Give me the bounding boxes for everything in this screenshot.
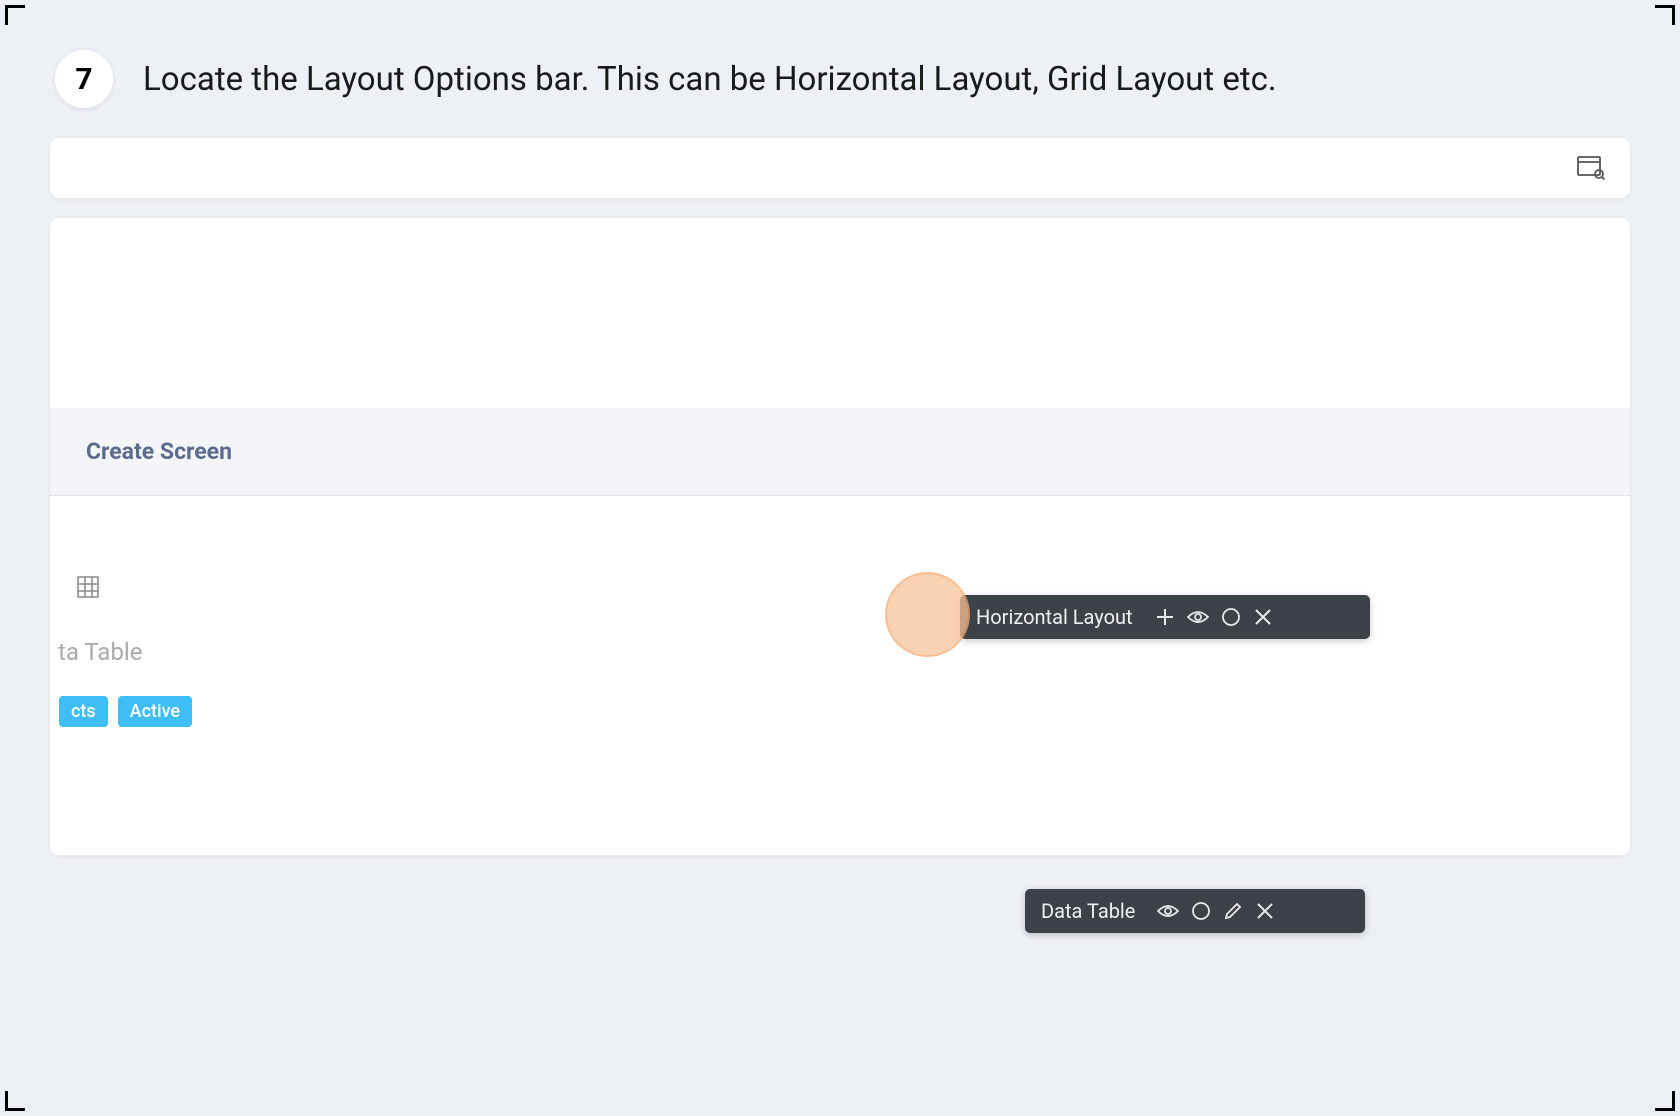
add-icon[interactable] (1155, 607, 1175, 627)
section-header: Create Screen (50, 408, 1630, 496)
step-instruction-text: Locate the Layout Options bar. This can … (143, 60, 1277, 99)
eye-icon[interactable] (1187, 609, 1209, 625)
main-panel: Create Screen ta Table cts Active (50, 218, 1630, 856)
step-number: 7 (75, 62, 92, 97)
tag-cts[interactable]: cts (59, 696, 108, 727)
section-title: Create Screen (86, 438, 1594, 465)
panel-search-icon[interactable] (1577, 156, 1605, 180)
click-highlight-indicator (885, 572, 970, 657)
content-area: Create Screen ta Table cts Active (0, 138, 1680, 856)
layout-bar-label: Horizontal Layout (976, 605, 1133, 629)
data-table-bar[interactable]: Data Table (1025, 889, 1365, 933)
crop-corner-br (1655, 1091, 1675, 1111)
step-number-badge: 7 (55, 50, 113, 108)
crop-corner-bl (5, 1091, 25, 1111)
tag-row: cts Active (59, 696, 1600, 727)
top-toolbar (50, 138, 1630, 198)
circle-icon[interactable] (1191, 901, 1211, 921)
table-icon (77, 576, 99, 598)
step-header: 7 Locate the Layout Options bar. This ca… (0, 0, 1680, 138)
close-icon[interactable] (1255, 901, 1275, 921)
crop-corner-tr (1655, 5, 1675, 25)
crop-corner-tl (5, 5, 25, 25)
canvas-area[interactable]: ta Table cts Active (50, 496, 1630, 856)
panel-empty-header (50, 218, 1630, 408)
edit-icon[interactable] (1223, 901, 1243, 921)
layout-options-bar[interactable]: Horizontal Layout (960, 595, 1370, 639)
tag-active[interactable]: Active (118, 696, 192, 727)
close-icon[interactable] (1253, 607, 1273, 627)
circle-icon[interactable] (1221, 607, 1241, 627)
datatable-bar-label: Data Table (1041, 899, 1135, 923)
eye-icon[interactable] (1157, 903, 1179, 919)
component-label-partial: ta Table (58, 638, 1600, 666)
